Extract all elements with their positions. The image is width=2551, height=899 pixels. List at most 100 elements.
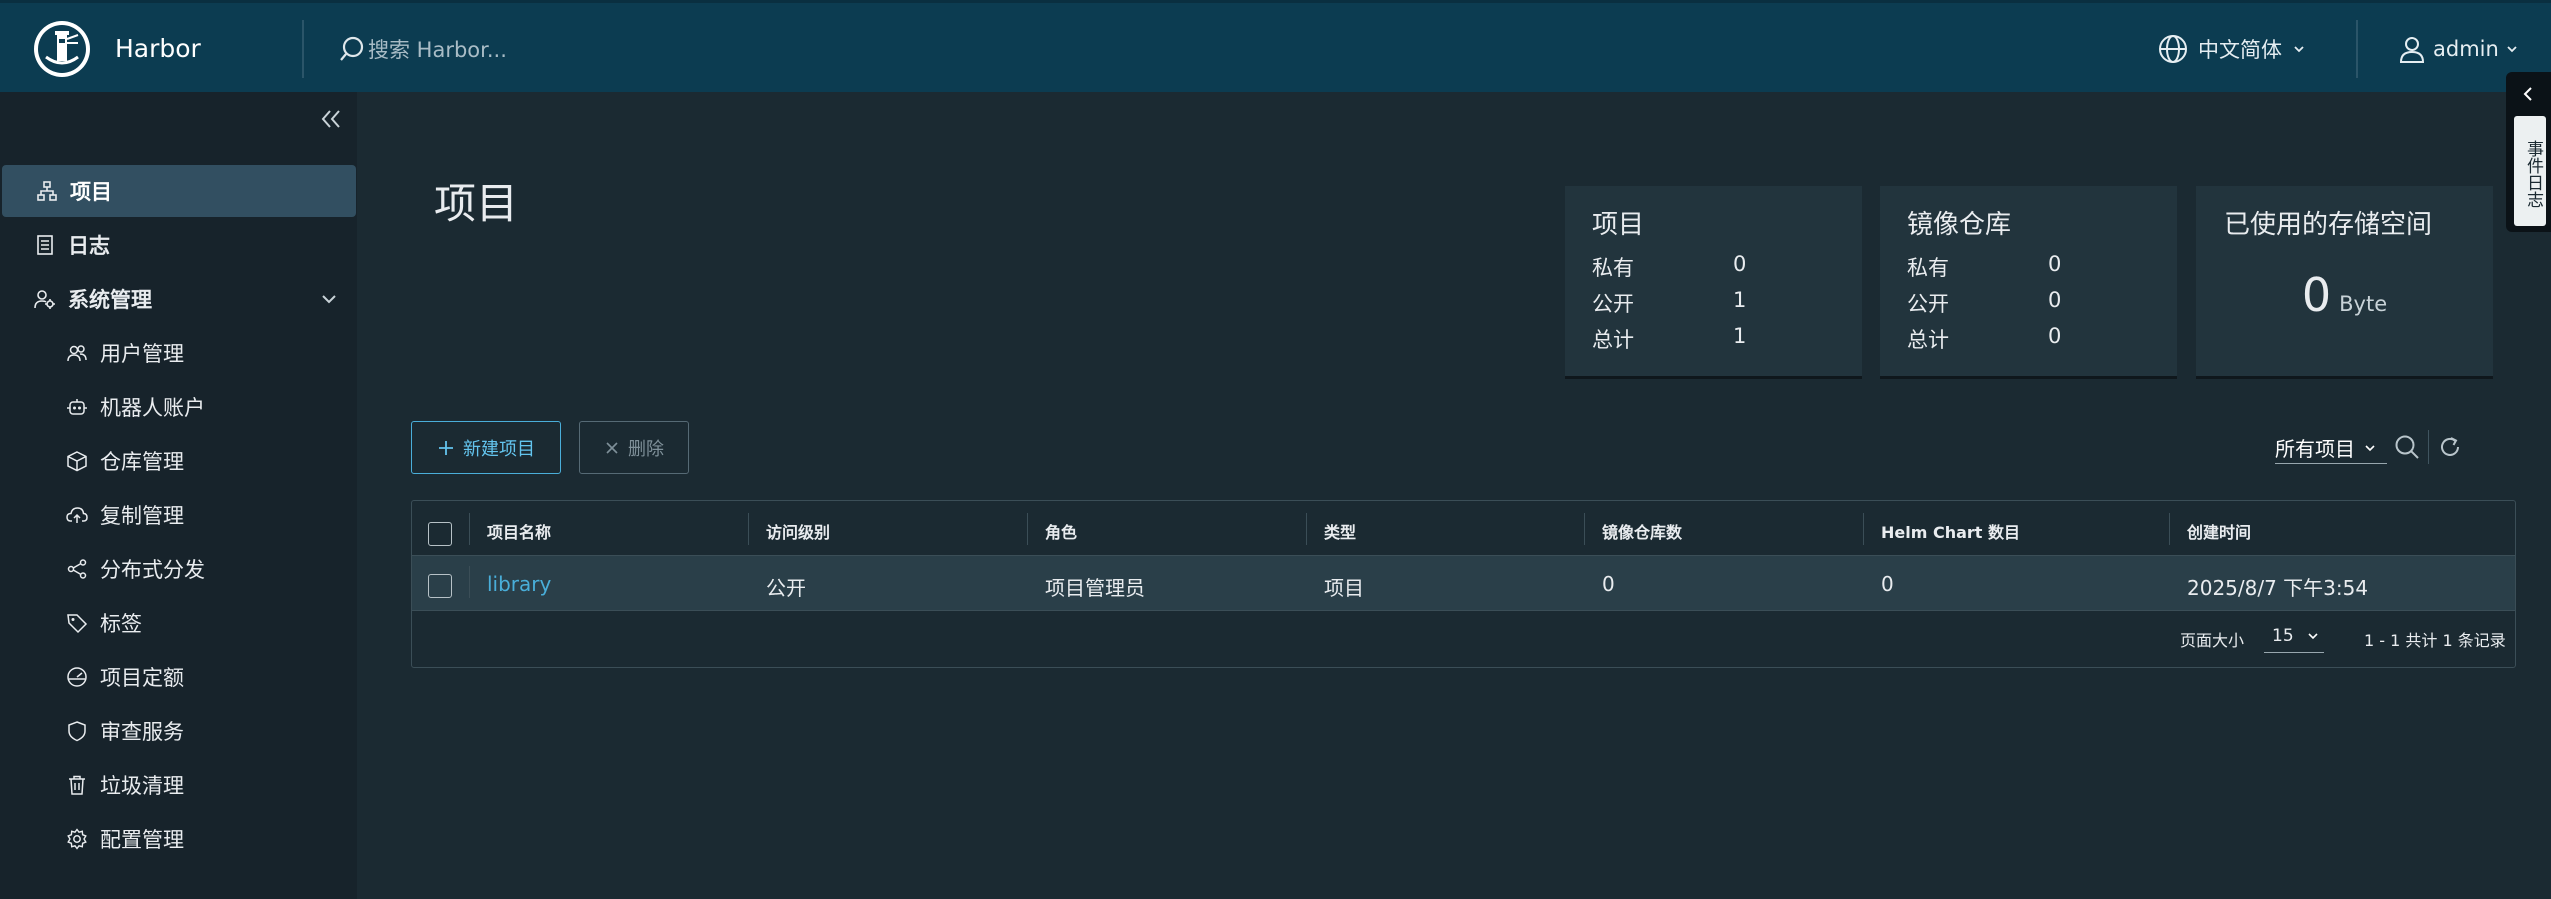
sidebar-item-label: 日志 (68, 234, 110, 258)
card-row-value: 1 (1733, 288, 1747, 312)
sidebar-item-projects[interactable]: 项目 (2, 165, 356, 217)
sidebar-item-label: 标签 (100, 612, 142, 636)
sidebar-item-label: 审查服务 (100, 720, 184, 744)
header-divider (302, 20, 304, 78)
storage-usage: 0 Byte (2196, 268, 2493, 322)
card-title: 项目 (1592, 210, 1645, 240)
global-search-input[interactable] (368, 31, 868, 69)
tag-icon (67, 614, 88, 634)
event-log-drawer-tab[interactable]: 事件日志 (2506, 72, 2551, 232)
storage-value: 0 (2301, 268, 2332, 322)
brand-name[interactable]: Harbor (115, 34, 201, 63)
search-icon[interactable] (2393, 433, 2421, 461)
sidebar-item-label: 项目定额 (100, 666, 184, 690)
language-selector[interactable]: 中文简体 (2158, 31, 2306, 67)
user-icon (2399, 37, 2425, 63)
user-menu[interactable]: admin (2397, 31, 2519, 67)
sidebar-item-label: 项目 (70, 180, 112, 204)
sidebar-item-label: 复制管理 (100, 504, 184, 528)
card-row-label: 总计 (1592, 328, 1634, 352)
new-project-button[interactable]: 新建项目 (411, 421, 561, 474)
select-all-checkbox[interactable] (428, 522, 452, 546)
sidebar-item-label: 垃圾清理 (100, 774, 184, 798)
page-size-select[interactable]: 15 (2264, 619, 2324, 653)
card-row-value: 0 (2048, 324, 2062, 348)
column-header-access-level[interactable]: 访问级别 (766, 519, 830, 543)
delete-button[interactable]: 删除 (579, 421, 689, 474)
project-name-link[interactable]: library (487, 572, 551, 596)
box-icon (67, 451, 87, 472)
sidebar-item-labels[interactable]: 标签 (0, 597, 357, 649)
new-project-label: 新建项目 (463, 438, 535, 460)
repositories-summary-card: 镜像仓库 私有 0 公开 0 总计 0 (1880, 186, 2177, 376)
column-header-creation-time[interactable]: 创建时间 (2187, 519, 2251, 543)
chevron-down-icon (2365, 444, 2375, 451)
delete-label: 删除 (628, 438, 664, 460)
users-icon (67, 345, 87, 362)
sidebar-item-label: 仓库管理 (100, 450, 184, 474)
robot-icon (67, 399, 87, 415)
projects-icon (37, 181, 57, 201)
page-title: 项目 (434, 179, 519, 228)
plus-icon (439, 440, 453, 455)
collapse-sidebar-icon[interactable] (318, 106, 344, 132)
sidebar: 项目 日志 系统管理 用户管理 机器人账户 仓库管理 复制管理 分布式分发 标签… (0, 92, 357, 899)
column-separator (748, 513, 749, 545)
column-header-chart-count[interactable]: Helm Chart 数目 (1881, 519, 2020, 543)
sidebar-item-users[interactable]: 用户管理 (0, 327, 357, 379)
pagination-summary: 1 - 1 共计 1 条记录 (2364, 631, 2506, 650)
sidebar-item-administration[interactable]: 系统管理 (0, 273, 357, 325)
globe-icon (2159, 35, 2187, 63)
gear-icon (67, 828, 87, 850)
sidebar-item-configuration[interactable]: 配置管理 (0, 813, 357, 865)
column-separator (1306, 513, 1307, 545)
card-row-label: 公开 (1592, 292, 1634, 316)
sidebar-item-garbage-collection[interactable]: 垃圾清理 (0, 759, 357, 811)
repo-count-cell: 0 (1602, 572, 1615, 596)
sidebar-item-label: 配置管理 (100, 828, 184, 852)
chevron-left-icon (2523, 87, 2532, 101)
access-level-cell: 公开 (766, 576, 806, 600)
chevron-down-icon (2507, 46, 2517, 53)
column-header-name[interactable]: 项目名称 (487, 519, 551, 543)
sidebar-item-robot-accounts[interactable]: 机器人账户 (0, 381, 357, 433)
role-cell: 项目管理员 (1045, 576, 1145, 600)
harbor-logo-icon[interactable] (32, 19, 92, 79)
event-log-label: 事件日志 (2514, 116, 2546, 226)
admin-icon (34, 290, 55, 309)
filter-value: 所有项目 (2275, 437, 2355, 461)
chevron-down-icon (2308, 632, 2318, 639)
sidebar-item-interrogation-services[interactable]: 审查服务 (0, 705, 357, 757)
chevron-down-icon (2294, 46, 2304, 53)
sidebar-item-registries[interactable]: 仓库管理 (0, 435, 357, 487)
row-checkbox[interactable] (428, 574, 452, 598)
sidebar-item-label: 用户管理 (100, 342, 184, 366)
table-header: 项目名称 访问级别 角色 类型 镜像仓库数 Helm Chart 数目 创建时间 (412, 501, 2515, 556)
search-icon[interactable] (340, 35, 370, 65)
table-row[interactable]: library 公开 项目管理员 项目 0 0 2025/8/7 下午3:54 (412, 556, 2515, 611)
project-filter-select[interactable]: 所有项目 (2275, 432, 2387, 464)
column-header-type[interactable]: 类型 (1324, 519, 1356, 543)
type-cell: 项目 (1324, 576, 1364, 600)
column-header-repo-count[interactable]: 镜像仓库数 (1602, 519, 1682, 543)
card-row-value: 0 (2048, 288, 2062, 312)
close-icon (606, 441, 618, 454)
card-row-label: 私有 (1907, 256, 1949, 280)
chevron-down-icon (322, 295, 336, 304)
column-header-role[interactable]: 角色 (1045, 519, 1077, 543)
sidebar-item-distributions[interactable]: 分布式分发 (0, 543, 357, 595)
card-row-value: 1 (1733, 324, 1747, 348)
card-title: 镜像仓库 (1907, 210, 2012, 240)
sidebar-item-label: 系统管理 (68, 288, 152, 312)
sidebar-item-logs[interactable]: 日志 (0, 219, 357, 271)
toolbar-divider (2428, 430, 2429, 464)
column-separator (469, 566, 470, 598)
sidebar-item-quotas[interactable]: 项目定额 (0, 651, 357, 703)
header-divider (2356, 20, 2358, 78)
column-separator (2169, 513, 2170, 545)
projects-table: 项目名称 访问级别 角色 类型 镜像仓库数 Helm Chart 数目 创建时间… (411, 500, 2516, 668)
card-row-label: 私有 (1592, 256, 1634, 280)
sidebar-item-replications[interactable]: 复制管理 (0, 489, 357, 541)
creation-time-cell: 2025/8/7 下午3:54 (2187, 576, 2369, 600)
refresh-icon[interactable] (2436, 433, 2464, 461)
